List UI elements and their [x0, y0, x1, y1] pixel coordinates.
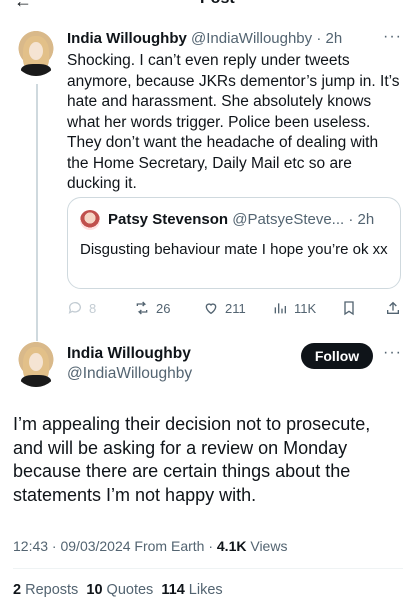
- main-post-avatar[interactable]: [13, 341, 59, 387]
- bookmark-icon: [344, 301, 354, 316]
- separator: ·: [344, 211, 358, 228]
- reply-button[interactable]: 8: [67, 300, 96, 316]
- engagement-stats: 2 Reposts 10 Quotes 114 Likes: [13, 582, 223, 598]
- post-actions-bar: 8 26 211 11K: [67, 300, 407, 320]
- page-title: Post: [200, 0, 235, 8]
- top-bar: ← Post: [0, 0, 415, 8]
- reposts-stat-count: 2: [13, 582, 22, 598]
- quoted-author-name: Patsy Stevenson: [108, 211, 229, 228]
- thread-connector-line: [36, 84, 38, 346]
- likes-stat-count: 114: [161, 582, 185, 598]
- parent-post-text: Shocking. I can’t even reply under tweet…: [67, 52, 400, 192]
- follow-button[interactable]: Follow: [301, 343, 373, 369]
- author-handle[interactable]: @IndiaWilloughby: [191, 30, 312, 47]
- post-metadata: 12:43 · 09/03/2024 From Earth · 4.1K Vie…: [13, 538, 287, 554]
- main-author-name[interactable]: India Willoughby: [67, 345, 191, 363]
- avatar[interactable]: [13, 30, 59, 76]
- reposts-stat-label: Reposts: [21, 582, 79, 598]
- author-name[interactable]: India Willoughby: [67, 30, 187, 47]
- more-options-icon[interactable]: ···: [383, 28, 402, 46]
- reply-icon: [68, 302, 81, 314]
- reposts-stat[interactable]: 2 Reposts: [13, 582, 78, 598]
- views-button[interactable]: 11K: [272, 300, 316, 316]
- like-count: 211: [225, 300, 246, 316]
- back-arrow-icon[interactable]: ←: [14, 0, 32, 8]
- parent-post-header: India Willoughby @IndiaWilloughby · 2h: [67, 30, 342, 47]
- main-more-options-icon[interactable]: ···: [383, 344, 402, 362]
- bookmark-button[interactable]: [341, 300, 357, 316]
- views-count: 11K: [294, 300, 317, 316]
- share-button[interactable]: [385, 300, 401, 316]
- heart-icon: [205, 303, 217, 315]
- separator: ·: [312, 30, 326, 47]
- post-timestamp[interactable]: 12:43 · 09/03/2024 From Earth ·: [13, 538, 217, 554]
- views-chart-icon: [274, 303, 286, 314]
- quotes-stat-label: Quotes: [102, 582, 154, 598]
- quoted-post-header: Patsy Stevenson @PatsyeSteve... · 2h: [108, 211, 374, 228]
- quoted-avatar: [80, 210, 100, 230]
- quoted-author-handle: @PatsyeSteve...: [232, 211, 345, 228]
- likes-stat[interactable]: 114 Likes: [161, 582, 222, 598]
- reply-count: 8: [89, 300, 97, 316]
- post-detail-page: ← Post India Willoughby @IndiaWilloughby…: [0, 0, 415, 600]
- likes-stat-label: Likes: [184, 582, 223, 598]
- repost-count: 26: [156, 300, 171, 316]
- post-time[interactable]: 2h: [326, 30, 343, 47]
- repost-icon: [136, 301, 148, 315]
- views-label: Views: [246, 538, 288, 554]
- main-post-text: I’m appealing their decision not to pros…: [13, 414, 371, 505]
- quoted-post-card[interactable]: Patsy Stevenson @PatsyeSteve... · 2h Dis…: [67, 197, 401, 289]
- main-author-handle[interactable]: @IndiaWilloughby: [67, 365, 192, 383]
- share-icon: [387, 301, 399, 314]
- like-button[interactable]: 211: [203, 300, 246, 316]
- main-views-count: 4.1K: [216, 538, 247, 554]
- quoted-post-time: 2h: [357, 211, 375, 228]
- quotes-stat-count: 10: [86, 582, 103, 598]
- quotes-stat[interactable]: 10 Quotes: [86, 582, 153, 598]
- repost-button[interactable]: 26: [134, 300, 170, 316]
- divider: [13, 568, 403, 569]
- quoted-post-text: Disgusting behaviour mate I hope you’re …: [80, 241, 388, 258]
